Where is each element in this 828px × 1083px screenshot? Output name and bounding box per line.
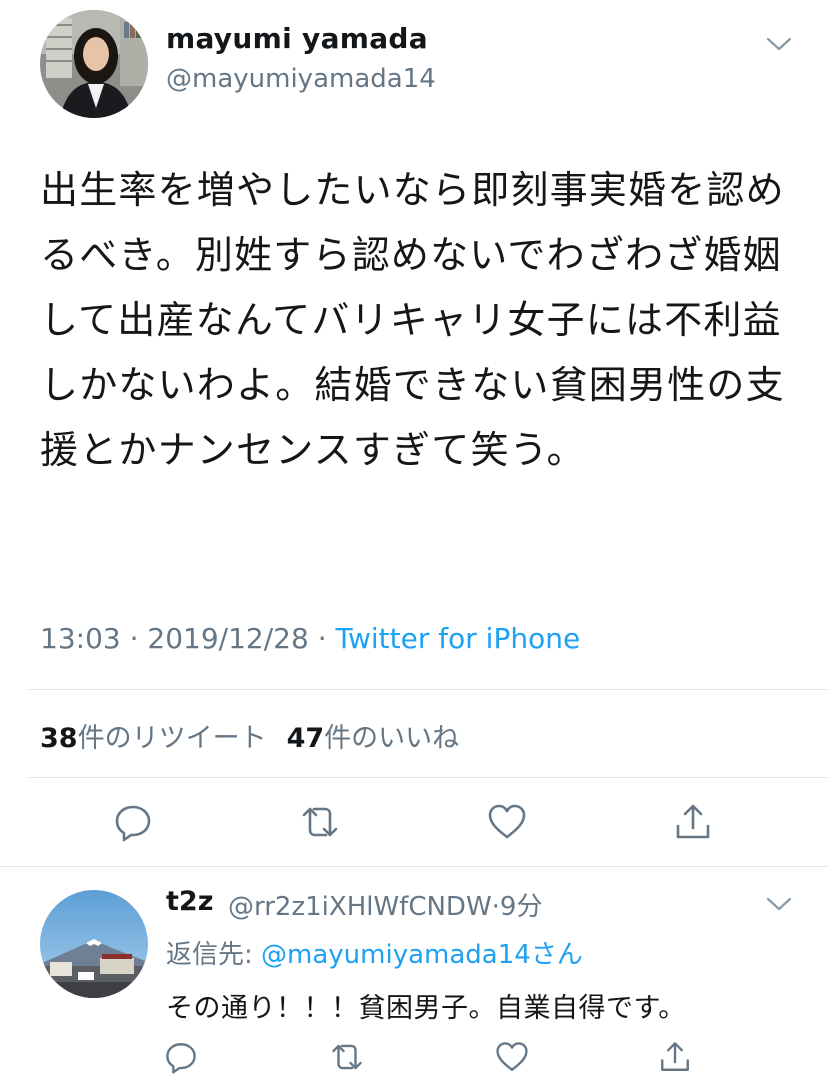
reply-icon — [166, 1043, 196, 1074]
author-handle[interactable]: @mayumiyamada14 — [166, 64, 436, 94]
meta-separator: · — [491, 892, 500, 922]
divider — [28, 689, 828, 690]
tweet-source-link[interactable]: Twitter for iPhone — [336, 622, 581, 655]
meta-separator: · — [129, 622, 139, 655]
tweet-time: 13:03 — [40, 622, 121, 655]
meta-separator: · — [317, 622, 327, 655]
retweet-label: 件のリツイート — [77, 723, 267, 754]
reply-age: 9分 — [499, 892, 543, 922]
reply-retweet-button[interactable] — [330, 1040, 364, 1074]
reply-like-button[interactable] — [495, 1040, 529, 1074]
author-avatar[interactable] — [40, 10, 148, 118]
like-label: 件のいいね — [324, 723, 460, 754]
like-count: 47 — [286, 723, 325, 754]
reply-button[interactable] — [113, 802, 153, 842]
reply-share-button[interactable] — [658, 1040, 692, 1074]
engagement-stats: 38件のリツイート 47件のいいね — [40, 716, 459, 755]
like-stat[interactable]: 47件のいいね — [287, 723, 460, 754]
share-icon — [661, 1042, 689, 1071]
reply-text: その通り！！！貧困男子。自業自得です。 — [166, 993, 686, 1024]
reply-author-handle[interactable]: @rr2z1iXHlWfCNDW — [228, 892, 492, 922]
divider — [28, 777, 828, 778]
like-button[interactable] — [487, 802, 527, 842]
retweet-count: 38 — [40, 723, 78, 754]
reply-icon — [115, 805, 151, 842]
chevron-down-icon[interactable] — [766, 36, 792, 52]
retweet-icon — [302, 807, 338, 837]
share-button[interactable] — [673, 802, 713, 842]
heart-icon — [496, 1042, 528, 1071]
heart-icon — [488, 804, 526, 839]
author-name[interactable]: mayumi yamada — [166, 22, 428, 55]
reply-reply-button[interactable] — [164, 1040, 198, 1074]
replying-to: 返信先: @mayumiyamada14さん — [166, 934, 583, 971]
reply-author-avatar[interactable] — [40, 890, 148, 998]
reply-author-name[interactable]: t2z — [166, 886, 213, 917]
reply-author-meta: @rr2z1iXHlWfCNDW·9分 — [228, 886, 542, 923]
retweet-button[interactable] — [300, 802, 340, 842]
tweet-meta: 13:03 · 2019/12/28 · Twitter for iPhone — [40, 622, 580, 655]
chevron-down-icon[interactable] — [766, 896, 792, 912]
tweet-text: 出生率を増やしたいなら即刻事実婚を認めるべき。別姓すら認めないでわざわざ婚姻して… — [40, 168, 785, 472]
tweet-date: 2019/12/28 — [147, 622, 309, 655]
retweet-stat[interactable]: 38件のリツイート — [40, 723, 267, 754]
reply-to-suffix: さん — [530, 940, 583, 970]
share-icon — [676, 804, 710, 839]
retweet-icon — [332, 1044, 362, 1070]
reply-to-prefix: 返信先: — [166, 940, 262, 970]
divider — [0, 866, 828, 867]
reply-to-mention[interactable]: @mayumiyamada14 — [261, 940, 531, 970]
